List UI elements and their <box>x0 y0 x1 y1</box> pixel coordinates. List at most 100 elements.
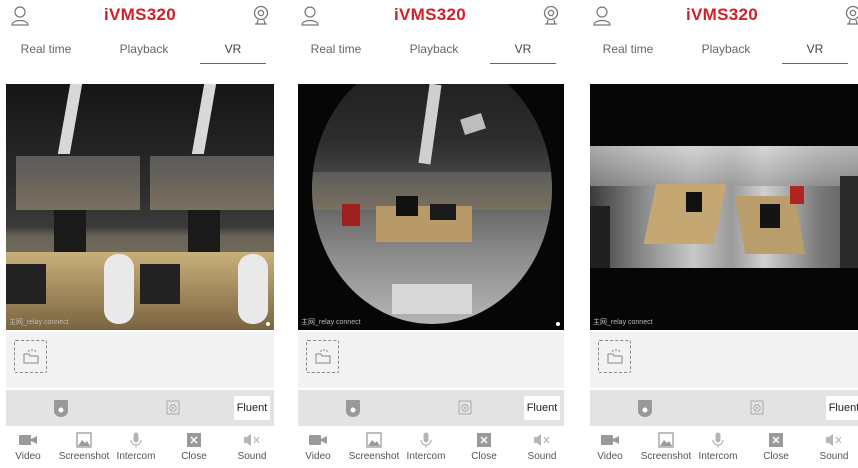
screenshot-icon <box>76 432 92 448</box>
connection-status-label: 主网_relay connect <box>9 319 69 326</box>
close-button[interactable]: Close <box>748 432 804 462</box>
video-player[interactable]: 主网_relay connect <box>6 84 274 330</box>
connection-status-label: 主网_relay connect <box>301 319 361 326</box>
capture-thumbnail[interactable] <box>598 340 631 373</box>
app-title: iVMS320 <box>103 5 177 24</box>
video-record-icon <box>309 435 327 445</box>
video-player[interactable]: 主网_relay connect <box>298 84 564 330</box>
tab-vr[interactable]: VR <box>200 38 266 66</box>
active-tab-underline <box>200 63 266 64</box>
sound-button[interactable]: Sound <box>806 432 858 462</box>
toolbar-label: Close <box>763 451 789 462</box>
tab-label: VR <box>224 42 242 56</box>
tab-label: VR <box>806 42 824 56</box>
tab-real-time[interactable]: Real time <box>592 38 664 66</box>
tab-playback[interactable]: Playback <box>684 38 768 66</box>
video-player[interactable]: 主网_relay connect <box>590 84 858 330</box>
video-button[interactable]: Video <box>290 432 346 462</box>
toolbar-label: Close <box>471 451 497 462</box>
microphone-icon <box>130 432 142 448</box>
mode-tabs: Real time Playback VR <box>582 38 858 66</box>
sound-mute-icon <box>244 434 260 446</box>
mode-tabs: Real time Playback VR <box>0 38 280 66</box>
tab-label: Real time <box>310 42 362 56</box>
app-title: iVMS320 <box>393 5 467 24</box>
app-header: iVMS320 <box>290 0 570 34</box>
video-button[interactable]: Video <box>0 432 56 462</box>
stream-quality-button[interactable]: Fluent <box>826 396 858 420</box>
video-frame-right <box>140 84 274 330</box>
close-button[interactable]: Close <box>166 432 222 462</box>
sound-mute-icon <box>534 434 550 446</box>
toolbar-label: Screenshot <box>640 451 692 462</box>
page-indicator-dot <box>266 322 270 326</box>
ptz-camera-icon[interactable] <box>52 399 70 417</box>
bottom-toolbar: Video Screenshot Intercom Close Sound <box>290 430 570 468</box>
active-tab-underline <box>490 63 556 64</box>
intercom-button[interactable]: Intercom <box>398 432 454 462</box>
tab-label: Playback <box>409 42 459 56</box>
control-bar: Fluent <box>298 390 564 426</box>
capture-thumbnail[interactable] <box>306 340 339 373</box>
fisheye-icon[interactable] <box>748 399 766 417</box>
intercom-button[interactable]: Intercom <box>108 432 164 462</box>
video-frame-left <box>6 84 140 330</box>
folder-icon <box>23 349 39 364</box>
capture-thumbnail-bar <box>590 332 858 388</box>
close-button[interactable]: Close <box>456 432 512 462</box>
folder-icon <box>315 349 331 364</box>
mode-tabs: Real time Playback VR <box>290 38 570 66</box>
phone-screen-dual-view: iVMS320 Real time Playback VR 主网_relay c… <box>0 0 280 468</box>
screenshot-button[interactable]: Screenshot <box>346 432 402 462</box>
close-box-icon <box>769 433 783 447</box>
tab-label: Real time <box>20 42 72 56</box>
capture-thumbnail[interactable] <box>14 340 47 373</box>
toolbar-label: Intercom <box>116 451 156 462</box>
toolbar-label: Sound <box>527 451 557 462</box>
screenshot-icon <box>658 432 674 448</box>
toolbar-label: Screenshot <box>348 451 400 462</box>
video-button[interactable]: Video <box>582 432 638 462</box>
bottom-toolbar: Video Screenshot Intercom Close Sound <box>0 430 280 468</box>
tab-playback[interactable]: Playback <box>102 38 186 66</box>
toolbar-label: Intercom <box>406 451 446 462</box>
app-header: iVMS320 <box>0 0 280 34</box>
microphone-icon <box>420 432 432 448</box>
page-indicator-dot <box>556 322 560 326</box>
intercom-button[interactable]: Intercom <box>690 432 746 462</box>
fisheye-icon[interactable] <box>164 399 182 417</box>
sound-mute-icon <box>826 434 842 446</box>
folder-icon <box>607 349 623 364</box>
panorama-strip <box>590 146 858 268</box>
sound-button[interactable]: Sound <box>224 432 280 462</box>
app-header: iVMS320 <box>582 0 858 34</box>
tab-vr[interactable]: VR <box>782 38 848 66</box>
close-box-icon <box>477 433 491 447</box>
video-record-icon <box>601 435 619 445</box>
ptz-camera-icon[interactable] <box>344 399 362 417</box>
fisheye-icon[interactable] <box>456 399 474 417</box>
tab-real-time[interactable]: Real time <box>10 38 82 66</box>
camera-icon[interactable] <box>844 5 858 27</box>
sound-button[interactable]: Sound <box>514 432 570 462</box>
ptz-camera-icon[interactable] <box>636 399 654 417</box>
toolbar-label: Video <box>597 451 623 462</box>
connection-status-label: 主网_relay connect <box>593 319 653 326</box>
toolbar-label: Video <box>15 451 41 462</box>
screenshot-button[interactable]: Screenshot <box>56 432 112 462</box>
tab-playback[interactable]: Playback <box>392 38 476 66</box>
toolbar-label: Sound <box>237 451 267 462</box>
tab-real-time[interactable]: Real time <box>300 38 372 66</box>
screenshot-icon <box>366 432 382 448</box>
tab-label: Playback <box>119 42 169 56</box>
stream-quality-button[interactable]: Fluent <box>234 396 270 420</box>
screenshot-button[interactable]: Screenshot <box>638 432 694 462</box>
capture-thumbnail-bar <box>6 332 274 388</box>
phone-screen-panorama-view: iVMS320 Real time Playback VR 主网_relay c… <box>582 0 858 468</box>
stream-quality-button[interactable]: Fluent <box>524 396 560 420</box>
camera-icon[interactable] <box>542 5 560 27</box>
camera-icon[interactable] <box>252 5 270 27</box>
toolbar-label: Intercom <box>698 451 738 462</box>
app-title: iVMS320 <box>685 5 759 24</box>
tab-vr[interactable]: VR <box>490 38 556 66</box>
